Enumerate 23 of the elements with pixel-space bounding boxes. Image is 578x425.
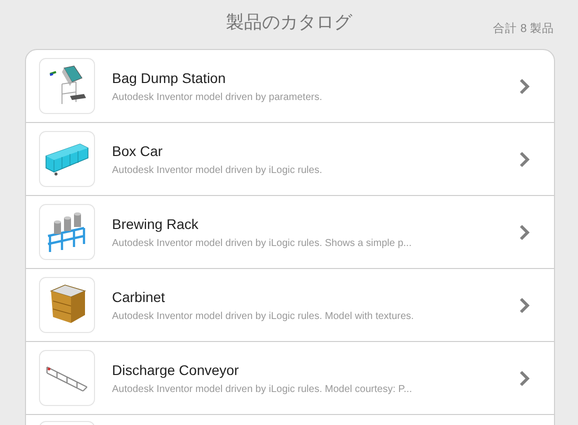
product-name: Discharge Conveyor xyxy=(112,361,240,379)
product-description: Autodesk Inventor model driven by parameters. xyxy=(112,92,324,103)
product-name: Brewing Rack xyxy=(112,215,200,233)
chevron-right-icon xyxy=(519,150,530,168)
chevron-right-icon xyxy=(519,78,530,94)
product-list-item[interactable]: Bag Dump Station Autodesk Inventor model driven by parameters. xyxy=(26,50,554,123)
chevron-right-icon xyxy=(519,224,530,240)
boxcar-drawing xyxy=(44,142,90,176)
product-name: Box Car xyxy=(112,142,164,160)
product-count: 合計 8 製品 xyxy=(493,21,554,36)
chevron-right-icon xyxy=(519,296,530,314)
product-list-item[interactable]: Carbinet Autodesk Inventor model driven by iLogic rules. Model with textures. xyxy=(26,269,554,342)
product-description: Autodesk Inventor model driven by iLogic rules. xyxy=(112,165,324,176)
chevron-right-icon xyxy=(519,370,530,386)
product-description: Autodesk Inventor model driven by iLogic rules. Model with textures. xyxy=(112,311,415,322)
product-description: Autodesk Inventor model driven by iLogic rules. Shows a simple p... xyxy=(112,238,413,249)
page-title: 製品のカタログ xyxy=(226,11,352,34)
product-list-item[interactable]: Box Car Autodesk Inventor model driven by iLogic rules. xyxy=(26,123,554,196)
product-list-item[interactable]: Brewing Rack Autodesk Inventor model driven by iLogic rules. Shows a simple p... xyxy=(26,196,554,269)
product-description: Autodesk Inventor model driven by iLogic rules. Model courtesy: P... xyxy=(112,384,413,395)
product-name: Bag Dump Station xyxy=(112,69,227,87)
product-list-item[interactable]: Discharge Conveyor Autodesk Inventor model driven by iLogic rules. Model courtesy: P... xyxy=(26,342,554,415)
product-name: Carbinet xyxy=(112,288,166,306)
